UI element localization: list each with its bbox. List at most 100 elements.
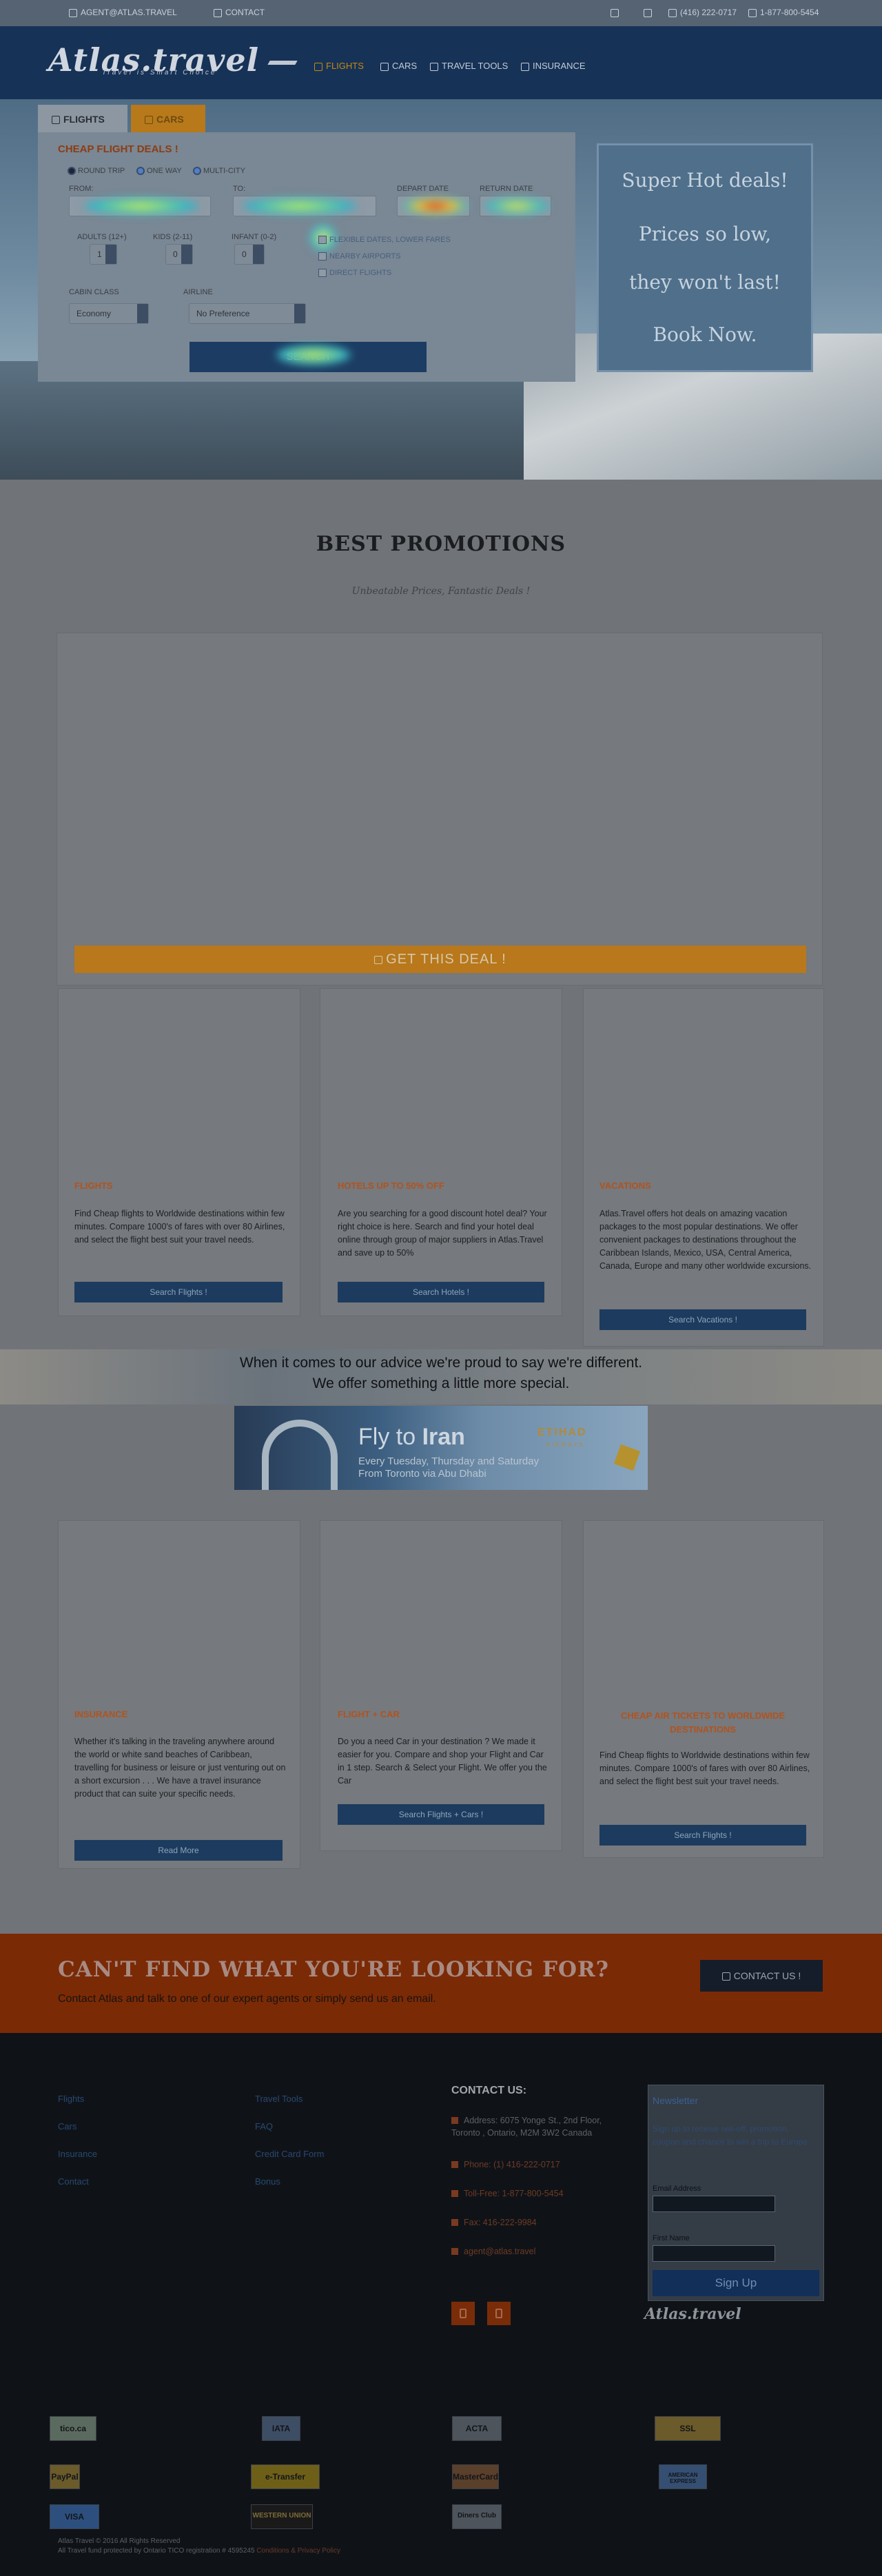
contact-us-button[interactable]: CONTACT US !	[700, 1960, 823, 1992]
card-title: VACATIONS	[599, 1180, 651, 1191]
search-flights-button[interactable]: Search Flights !	[74, 1282, 283, 1302]
header: Atlas.travel Travel is Smart Choice FLIG…	[0, 26, 882, 99]
card-text: Find Cheap flights to Worldwide destinat…	[74, 1209, 285, 1245]
plane-nav-icon	[314, 62, 322, 71]
read-more-button[interactable]: Read More	[74, 1840, 283, 1861]
phone-link[interactable]: (416) 222-0717	[668, 8, 737, 17]
search-flights-cars-button[interactable]: Search Flights + Cars !	[338, 1804, 544, 1825]
card-title: FLIGHTS	[74, 1180, 113, 1191]
tab-cars[interactable]: CARS	[131, 105, 205, 134]
newsletter-name-input[interactable]	[653, 2245, 775, 2262]
to-heat	[241, 197, 358, 215]
radio-one-way[interactable]: ONE WAY	[136, 167, 182, 176]
mastercard-badge: MasterCard	[452, 2464, 499, 2489]
footer-link-insurance[interactable]: Insurance	[58, 2149, 97, 2159]
tag-icon	[374, 955, 383, 964]
card-text: Atlas.Travel offers hot deals on amazing…	[599, 1209, 812, 1271]
contact-link[interactable]: CONTACT	[214, 8, 265, 17]
contact-phone[interactable]: Phone: (1) 416-222-0717	[451, 2158, 560, 2171]
footer-link-bonus[interactable]: Bonus	[255, 2176, 280, 2187]
radio-round-trip[interactable]: ROUND TRIP	[68, 167, 125, 176]
hot-deals-line3: they won't last!	[629, 271, 781, 294]
card-text: Are you searching for a good discount ho…	[338, 1209, 547, 1258]
footer-link-cars[interactable]: Cars	[58, 2121, 76, 2132]
option-nearby-airports[interactable]: NEARBY AIRPORTS	[318, 252, 401, 261]
site-tagline: Travel is Smart Choice	[102, 69, 217, 76]
nav-cars[interactable]: CARS	[380, 61, 417, 71]
plane-tab-icon	[52, 116, 60, 125]
hot-deals-line4: Book Now.	[653, 323, 757, 346]
card-text: Find Cheap flights to Worldwide destinat…	[599, 1750, 810, 1786]
to-label: TO:	[233, 185, 246, 193]
twitter-icon[interactable]	[644, 8, 655, 17]
twitter-icon[interactable]	[487, 2302, 511, 2325]
card-title: HOTELS UP TO 50% OFF	[338, 1180, 444, 1191]
chevron-down-icon	[137, 304, 148, 323]
western-union-badge: WESTERN UNION	[251, 2504, 313, 2529]
advice-band: When it comes to our advice we're proud …	[0, 1349, 882, 1404]
tollfree-link[interactable]: 1-877-800-5454	[748, 8, 819, 17]
newsletter-email-input[interactable]	[653, 2196, 775, 2212]
footer-link-contact[interactable]: Contact	[58, 2176, 89, 2187]
from-heat	[83, 197, 200, 215]
footer-link-faq[interactable]: FAQ	[255, 2121, 273, 2132]
iata-badge: IATA	[262, 2416, 300, 2441]
contact-tollfree[interactable]: Toll-Free: 1-877-800-5454	[451, 2187, 564, 2200]
advice-line1: When it comes to our advice we're proud …	[239, 1355, 643, 1371]
visa-badge: VISA	[50, 2504, 99, 2529]
depart-heat	[402, 197, 469, 215]
card-cheap-tickets	[583, 1520, 824, 1858]
search-vacations-button[interactable]: Search Vacations !	[599, 1309, 806, 1330]
email-label: Email Address	[653, 2185, 701, 2193]
depart-label: DEPART DATE	[397, 185, 449, 193]
footer-link-travel-tools[interactable]: Travel Tools	[255, 2094, 302, 2104]
etihad-logo: ETIHAD	[537, 1427, 587, 1438]
chevron-down-icon	[294, 304, 305, 323]
top-bar: AGENT@ATLAS.TRAVEL CONTACT (416) 222-071…	[0, 0, 882, 26]
copyright-line2: All Travel fund protected by Ontario TIC…	[58, 2547, 341, 2555]
sign-up-button[interactable]: Sign Up	[653, 2270, 819, 2296]
return-heat	[484, 197, 550, 215]
search-heat	[276, 345, 351, 365]
infant-label: INFANT (0-2)	[232, 233, 277, 241]
phone-icon	[451, 2190, 458, 2197]
search-hotels-button[interactable]: Search Hotels !	[338, 1282, 544, 1302]
shield-icon	[521, 62, 529, 71]
card-title: FLIGHT + CAR	[338, 1709, 400, 1719]
card-vacations	[583, 988, 824, 1347]
copyright-line1: Atlas Travel © 2016 All Rights Reserved	[58, 2537, 181, 2545]
mail-icon	[451, 2248, 458, 2255]
nav-flights[interactable]: FLIGHTS	[314, 61, 364, 71]
acta-badge: ACTA	[452, 2416, 502, 2441]
email-link[interactable]: AGENT@ATLAS.TRAVEL	[69, 8, 177, 17]
kids-label: KIDS (2-11)	[153, 233, 193, 241]
footer-link-flights[interactable]: Flights	[58, 2094, 84, 2104]
contact-email[interactable]: agent@atlas.travel	[451, 2245, 535, 2258]
radio-multi-city[interactable]: MULTI-CITY	[193, 167, 245, 176]
get-deal-button[interactable]: GET THIS DEAL !	[74, 945, 806, 973]
plane-icon	[267, 61, 298, 65]
footer-link-credit-card[interactable]: Credit Card Form	[255, 2149, 324, 2159]
cabin-select[interactable]: Economy	[69, 303, 149, 324]
card-text: Whether it's talking in the traveling an…	[74, 1737, 286, 1799]
card-title: CHEAP AIR TICKETS TO WORLDWIDE DESTINATI…	[620, 1710, 786, 1735]
nav-insurance[interactable]: INSURANCE	[521, 61, 586, 71]
etihad-ad-banner[interactable]: Fly to Iran Every Tuesday, Thursday and …	[234, 1406, 648, 1490]
nav-travel-tools[interactable]: TRAVEL TOOLS	[430, 61, 508, 71]
privacy-link[interactable]: Conditions & Privacy Policy	[256, 2547, 340, 2555]
kids-select[interactable]: 0	[165, 244, 193, 265]
search-flights-button[interactable]: Search Flights !	[599, 1825, 806, 1846]
hot-deals-banner[interactable]: Super Hot deals! Prices so low, they won…	[597, 143, 813, 372]
option-flexible-dates[interactable]: FLEXIBLE DATES, LOWER FARES	[318, 236, 451, 245]
adults-select[interactable]: 1	[90, 244, 117, 265]
facebook-icon[interactable]	[451, 2302, 475, 2325]
option-direct-flights[interactable]: DIRECT FLIGHTS	[318, 269, 391, 278]
facebook-icon[interactable]	[611, 8, 622, 17]
airline-label: AIRLINE	[183, 288, 213, 296]
ssl-badge: SSL	[655, 2416, 721, 2441]
etransfer-badge: e-Transfer	[251, 2464, 320, 2489]
tab-flights[interactable]: FLIGHTS	[38, 105, 127, 134]
infant-select[interactable]: 0	[234, 244, 265, 265]
chevron-down-icon	[253, 245, 264, 264]
airline-select[interactable]: No Preference	[189, 303, 306, 324]
